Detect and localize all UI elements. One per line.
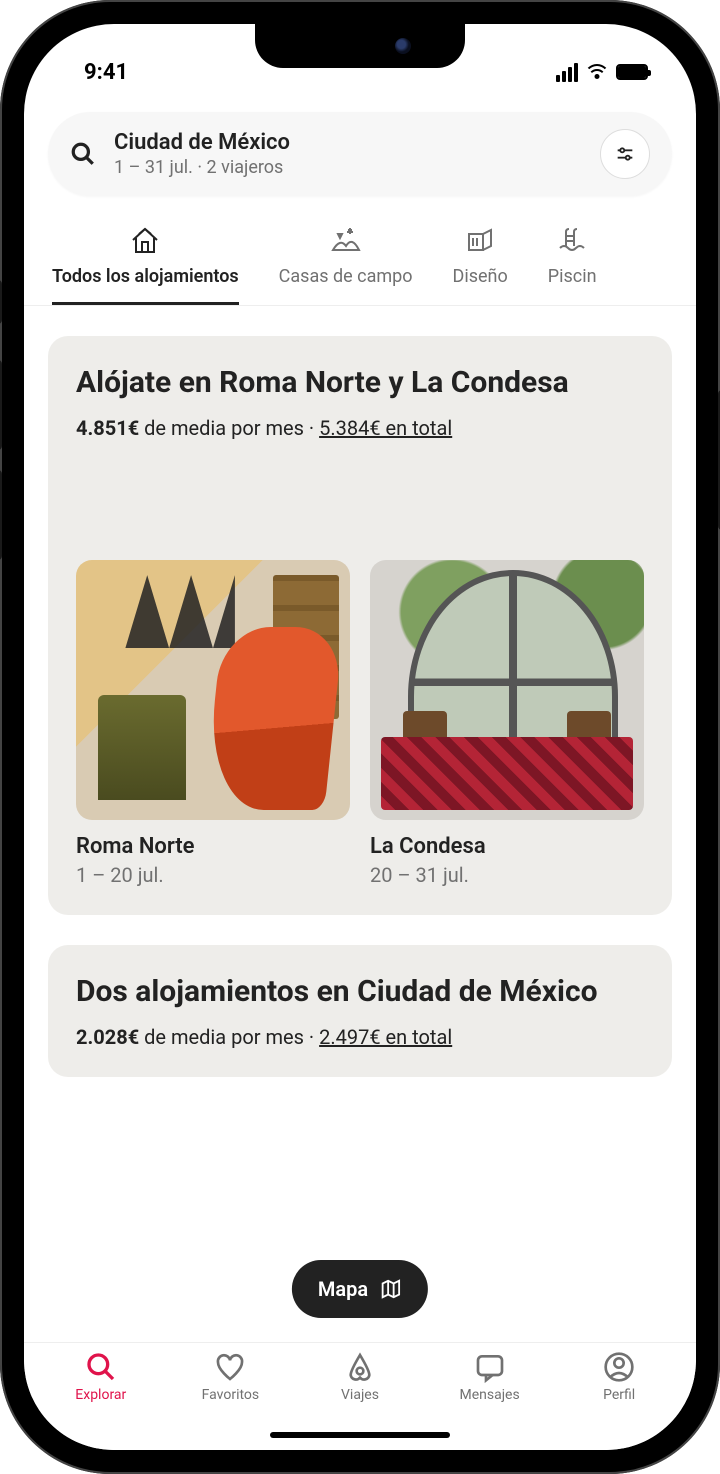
pool-icon [556,224,588,256]
category-tab-design[interactable]: Diseño [453,224,508,305]
listing-dates: 20 – 31 jul. [370,863,644,887]
search-icon [85,1351,117,1383]
category-tab-pools[interactable]: Piscin [548,224,597,305]
map-toggle-button[interactable]: Mapa [292,1260,428,1318]
listing-name: La Condesa [370,834,644,859]
nav-trips[interactable]: Viajes [295,1351,425,1428]
listing-name: Roma Norte [76,834,350,859]
category-label: Todos los alojamientos [52,266,239,287]
category-label: Casas de campo [279,266,413,287]
nav-explore[interactable]: Explorar [36,1351,166,1428]
search-subtitle: 1 – 31 jul. · 2 viajeros [114,157,582,178]
listing-dates: 1 – 20 jul. [76,863,350,887]
listing-thumbnail [76,560,350,821]
card-title: Dos alojamientos en Ciudad de México [76,973,644,1011]
listing-roma-norte[interactable]: Roma Norte 1 – 20 jul. [76,560,350,888]
map-button-label: Mapa [318,1277,368,1301]
nav-profile[interactable]: Perfil [554,1351,684,1428]
status-time: 9:41 [84,60,128,85]
airbnb-logo-icon [344,1351,376,1383]
nav-label: Mensajes [459,1387,519,1403]
category-tab-countryside[interactable]: Casas de campo [279,224,413,305]
search-icon [70,141,96,167]
home-indicator [270,1432,450,1438]
split-stay-card[interactable]: Alójate en Roma Norte y La Condesa 4.851… [48,336,672,915]
split-stay-card[interactable]: Dos alojamientos en Ciudad de México 2.0… [48,945,672,1077]
listing-thumbnail [370,560,644,821]
nav-label: Favoritos [202,1387,259,1403]
listing-la-condesa[interactable]: La Condesa 20 – 31 jul. [370,560,644,888]
house-icon [129,224,161,256]
nav-label: Viajes [341,1387,379,1403]
card-price-line: 2.028€ de media por mes · 2.497€ en tota… [76,1025,644,1049]
nav-inbox[interactable]: Mensajes [425,1351,555,1428]
category-tabs: Todos los alojamientos Casas de campo [24,196,696,306]
search-location: Ciudad de México [114,130,582,155]
countryside-icon [330,224,362,256]
results-scroll[interactable]: Alójate en Roma Norte y La Condesa 4.851… [24,306,696,1364]
nav-label: Perfil [603,1387,635,1403]
wifi-icon [586,64,608,80]
notch [255,24,465,68]
cellular-icon [556,63,578,82]
nav-wishlists[interactable]: Favoritos [166,1351,296,1428]
search-bar[interactable]: Ciudad de México 1 – 31 jul. · 2 viajero… [48,112,672,196]
card-price-line: 4.851€ de media por mes · 5.384€ en tota… [76,416,644,440]
category-label: Diseño [453,266,508,287]
nav-label: Explorar [75,1387,126,1403]
screen: 9:41 Ciudad de México 1 – 31 jul. · 2 vi… [24,24,696,1450]
profile-icon [603,1351,635,1383]
chat-icon [474,1351,506,1383]
card-title: Alójate en Roma Norte y La Condesa [76,364,644,402]
phone-frame: 9:41 Ciudad de México 1 – 31 jul. · 2 vi… [0,0,720,1474]
category-tab-all-stays[interactable]: Todos los alojamientos [52,224,239,305]
design-icon [464,224,496,256]
filters-button[interactable] [600,129,650,179]
heart-icon [214,1351,246,1383]
battery-icon [616,64,648,80]
category-label: Piscin [548,266,597,287]
map-icon [380,1278,402,1300]
